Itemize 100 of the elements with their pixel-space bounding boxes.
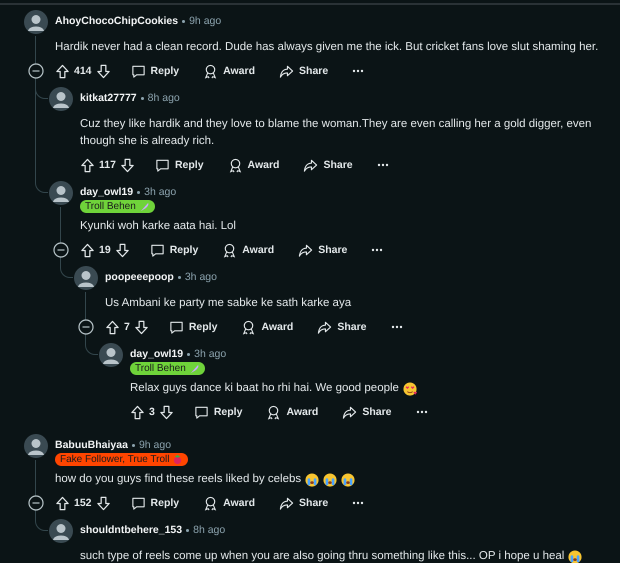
comment-icon bbox=[130, 496, 146, 510]
separator-dot-icon bbox=[187, 353, 190, 356]
username[interactable]: day_owl19 bbox=[80, 186, 134, 199]
award-icon bbox=[228, 158, 243, 172]
username[interactable]: shouldntbehere_153 bbox=[80, 524, 182, 537]
more-options-icon[interactable] bbox=[390, 325, 403, 329]
timestamp: 8h ago bbox=[193, 524, 226, 537]
upvote-icon[interactable] bbox=[55, 64, 70, 78]
share-icon bbox=[317, 320, 332, 334]
upvote-icon[interactable] bbox=[105, 320, 120, 334]
collapse-icon[interactable] bbox=[78, 319, 94, 335]
downvote-icon[interactable] bbox=[96, 64, 111, 78]
action-button[interactable]: Award bbox=[197, 492, 262, 514]
more-options-icon[interactable] bbox=[352, 501, 364, 505]
action-button[interactable]: Award bbox=[260, 402, 324, 422]
timestamp: 3h ago bbox=[144, 186, 176, 199]
action-button[interactable]: Reply bbox=[144, 240, 204, 260]
comment-icon bbox=[130, 64, 146, 78]
timestamp: 9h ago bbox=[189, 15, 222, 28]
more-options-icon[interactable] bbox=[352, 69, 364, 73]
action-button[interactable]: Share bbox=[273, 492, 334, 514]
comment-text: Relax guys dance ki baat ho rhi hai. We good people bbox=[130, 381, 399, 396]
collapse-icon[interactable] bbox=[28, 63, 44, 79]
action-button[interactable]: Reply bbox=[162, 316, 224, 338]
hearts-emoji-icon bbox=[402, 382, 417, 396]
comment-icon bbox=[194, 404, 209, 420]
avatar-icon[interactable] bbox=[99, 343, 123, 367]
comment-icon bbox=[154, 158, 170, 172]
action-button[interactable]: Share bbox=[311, 316, 373, 338]
collapse-icon[interactable] bbox=[28, 495, 44, 511]
comment-icon bbox=[168, 320, 184, 334]
upvote-icon[interactable] bbox=[55, 496, 70, 510]
downvote-icon[interactable] bbox=[134, 320, 149, 334]
separator-dot-icon bbox=[140, 97, 144, 100]
action-button[interactable]: Reply bbox=[124, 60, 186, 82]
avatar-icon[interactable] bbox=[49, 181, 73, 205]
more-options-icon[interactable] bbox=[376, 163, 389, 167]
avatar-icon[interactable] bbox=[24, 434, 48, 458]
feather-icon bbox=[188, 363, 200, 374]
username[interactable]: BabuuBhaiyaa bbox=[55, 439, 128, 452]
avatar-icon[interactable] bbox=[49, 87, 73, 111]
comment-text: how do you guys find these reels liked by celebs bbox=[55, 472, 302, 487]
action-button[interactable]: Award bbox=[197, 60, 262, 82]
action-button[interactable]: Share bbox=[292, 240, 354, 260]
flair-text: Troll Behen bbox=[135, 362, 186, 374]
share-icon bbox=[279, 64, 294, 78]
upvote-icon[interactable] bbox=[130, 404, 145, 420]
action-button[interactable]: Award bbox=[216, 240, 280, 260]
timestamp: 9h ago bbox=[138, 439, 172, 452]
action-button[interactable]: Share bbox=[273, 60, 334, 82]
flair-text: Fake Follower, True Troll bbox=[60, 454, 170, 466]
vote-count: 152 bbox=[74, 497, 92, 509]
downvote-icon[interactable] bbox=[114, 242, 130, 258]
share-icon bbox=[342, 404, 358, 420]
separator-dot-icon bbox=[137, 191, 140, 194]
comment-icon bbox=[150, 242, 165, 258]
action-button[interactable]: Award bbox=[235, 316, 300, 338]
vote-count: 19 bbox=[99, 244, 111, 256]
comment-text: Cuz they like hardik and they love to blame the woman.They are even calling her a gold digger, even though she is already rich. bbox=[80, 117, 592, 149]
comment-text: Us Ambani ke party me sabke ke sath karke aya bbox=[105, 296, 352, 311]
flair-text: Troll Behen bbox=[85, 200, 136, 212]
more-options-icon[interactable] bbox=[371, 248, 384, 252]
more-options-icon[interactable] bbox=[416, 410, 428, 414]
action-button[interactable]: Award bbox=[222, 154, 286, 176]
vote-count: 117 bbox=[99, 159, 116, 171]
avatar-icon[interactable] bbox=[49, 519, 73, 543]
share-icon bbox=[298, 242, 314, 258]
award-icon bbox=[241, 320, 256, 334]
collapse-icon[interactable] bbox=[53, 242, 69, 258]
downvote-icon[interactable] bbox=[158, 404, 174, 420]
crying-emoji-icon bbox=[341, 472, 356, 486]
award-icon bbox=[266, 404, 282, 420]
separator-dot-icon bbox=[178, 276, 181, 279]
action-button[interactable]: Reply bbox=[124, 492, 186, 514]
action-button[interactable]: Share bbox=[297, 154, 359, 176]
username[interactable]: kitkat27777 bbox=[80, 92, 137, 105]
vote-count: 7 bbox=[124, 321, 130, 333]
comment-text: Kyunki woh karke aata hai. Lol bbox=[80, 219, 236, 234]
upvote-icon[interactable] bbox=[80, 242, 95, 258]
downvote-icon[interactable] bbox=[120, 158, 135, 172]
feather-icon bbox=[138, 201, 150, 212]
action-button[interactable]: Share bbox=[336, 402, 398, 422]
comment-text: such type of reels come up when you are also going thru something like this... OP i hope u heal bbox=[80, 549, 564, 563]
avatar-icon[interactable] bbox=[24, 10, 48, 34]
share-icon bbox=[303, 158, 318, 172]
username[interactable]: AhoyChocoChipCookies bbox=[55, 15, 178, 28]
vote-count: 3 bbox=[149, 406, 155, 418]
username[interactable]: day_owl19 bbox=[130, 348, 184, 361]
timestamp: 3h ago bbox=[194, 348, 226, 361]
crying-emoji-icon bbox=[305, 472, 320, 486]
award-icon bbox=[203, 64, 218, 78]
downvote-icon[interactable] bbox=[96, 496, 111, 510]
action-button[interactable]: Reply bbox=[188, 402, 248, 422]
upvote-icon[interactable] bbox=[80, 158, 95, 172]
crying-emoji-icon bbox=[568, 550, 582, 563]
action-button[interactable]: Reply bbox=[148, 154, 210, 176]
crying-emoji-icon bbox=[323, 472, 338, 486]
avatar-icon[interactable] bbox=[74, 266, 98, 290]
vote-count: 414 bbox=[74, 65, 92, 77]
username[interactable]: poopeeepoop bbox=[105, 271, 174, 284]
